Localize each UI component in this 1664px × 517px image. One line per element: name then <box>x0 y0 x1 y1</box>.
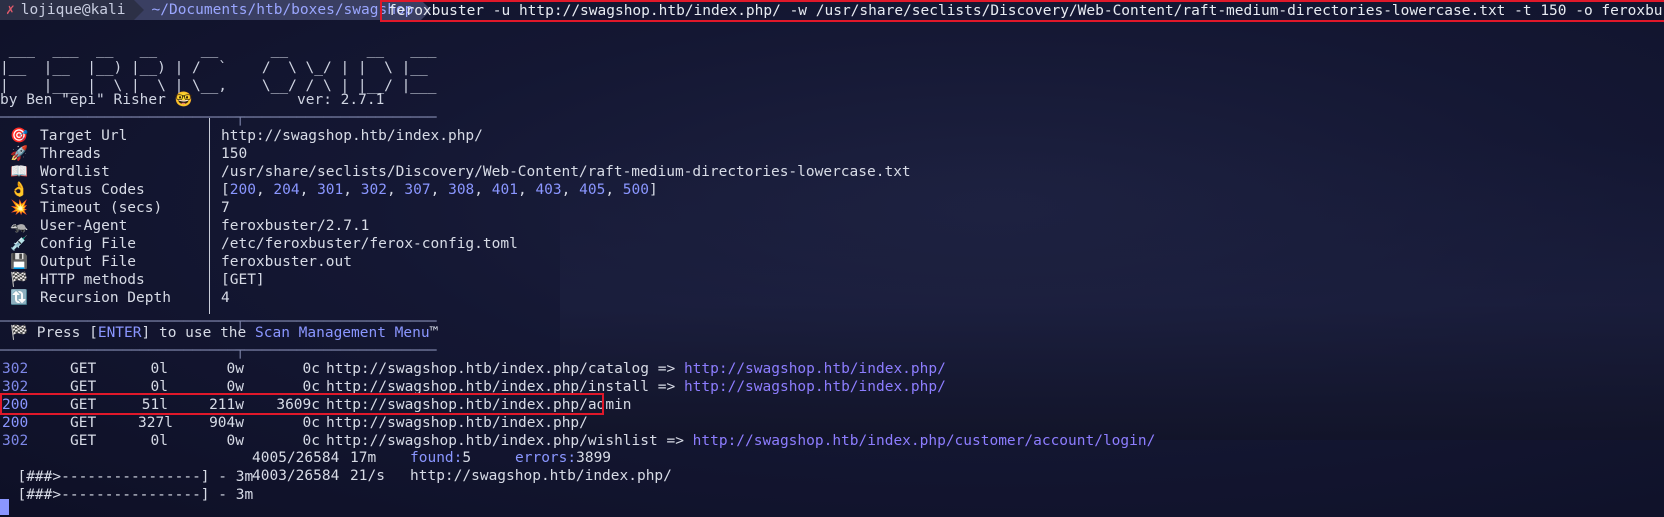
separator: ───────────────────────────┬────────────… <box>0 343 437 359</box>
config-value: /usr/share/seclists/Discovery/Web-Conten… <box>221 164 911 180</box>
config-icon: 🚀 <box>10 146 29 162</box>
config-value: 7 <box>221 200 230 216</box>
progress-bar: [###>----------------] - 3m <box>17 487 254 503</box>
config-label: Threads <box>40 146 102 162</box>
config-value: feroxbuster.out <box>221 254 352 270</box>
config-icon: 🦡 <box>10 218 29 234</box>
progress-count: 4003/26584 <box>252 468 340 484</box>
config-label: User-Agent <box>40 218 128 234</box>
status-code: 308 <box>448 182 475 198</box>
progress-line: [###>----------------] - 3m <box>0 467 253 503</box>
status-code: 500 <box>622 182 649 198</box>
ascii-art-line: |__ |__ |__) |__) | / ` / \ \_/ | | \ |_… <box>0 60 428 76</box>
checkered-flag-icon: 🏁 <box>10 325 29 341</box>
shell-prompt: ✗ lojique@kali ~/Documents/htb/boxes/swag… <box>0 0 432 20</box>
scan-management-menu: Scan Management Menu <box>255 325 430 341</box>
press-enter-line: 🏁 Press [ENTER] to use the Scan Manageme… <box>10 324 438 343</box>
trademark: ™ <box>429 325 439 341</box>
config-icon: 🏁 <box>10 272 29 288</box>
line-count: 327l <box>138 415 173 431</box>
status-code: 301 <box>317 182 344 198</box>
redirect-url[interactable]: http://swagshop.htb/index.php/ <box>684 361 946 377</box>
config-label: Target Url <box>40 128 128 144</box>
word-count: 904w <box>209 415 244 431</box>
config-value: /etc/feroxbuster/ferox-config.toml <box>221 236 518 252</box>
powerline-arrow-icon <box>133 0 144 20</box>
status-code: 204 <box>273 182 300 198</box>
config-label: Wordlist <box>40 164 110 180</box>
char-count: 0c <box>302 361 320 377</box>
http-method: GET <box>70 415 97 431</box>
config-value: 4 <box>221 290 230 306</box>
config-label: Output File <box>40 254 137 270</box>
word-count: 0w <box>226 361 244 377</box>
config-label: Status Codes <box>40 182 145 198</box>
banner-author: by Ben "epi" Risher 🤓 <box>0 92 193 108</box>
config-icon: 💉 <box>10 236 29 252</box>
banner-version: ver: 2.7.1 <box>297 92 385 108</box>
progress-rate: 21/s <box>350 468 385 484</box>
terminal-cursor <box>0 499 9 515</box>
ascii-art-line: ___ ___ __ __ __ __ __ ___ <box>0 42 437 58</box>
progress-count: 4005/26584 <box>252 450 340 466</box>
status-codes-value: [200, 204, 301, 302, 307, 308, 401, 403,… <box>221 182 658 198</box>
char-count: 0c <box>302 415 320 431</box>
prompt-user: lojique@kali <box>20 2 126 18</box>
table-divider <box>209 118 210 314</box>
error-count: errors:3899 <box>515 450 612 466</box>
status-code: 302 <box>360 182 387 198</box>
redirect-url[interactable]: http://swagshop.htb/index.php/customer/a… <box>693 433 1156 449</box>
config-label: Config File <box>40 236 137 252</box>
status-code: 200 <box>2 415 29 431</box>
config-value: http://swagshop.htb/index.php/ <box>221 128 483 144</box>
config-icon: 💾 <box>10 254 29 270</box>
enter-key: ENTER <box>97 325 142 341</box>
http-method: GET <box>70 361 97 377</box>
status-code: 405 <box>579 182 606 198</box>
progress-rate: 17m <box>350 450 377 466</box>
progress-line: [###>----------------] - 3m <box>0 449 253 485</box>
status-code: 200 <box>229 182 256 198</box>
status-code: 307 <box>404 182 431 198</box>
line-count: 0l <box>150 361 168 377</box>
config-label: Timeout (secs) <box>40 200 163 216</box>
status-code: 403 <box>535 182 562 198</box>
close-icon: ✗ <box>6 2 15 18</box>
config-icon: 🔃 <box>10 290 29 306</box>
press-text: Press [ <box>36 325 98 341</box>
found-count: found:5 <box>410 450 472 466</box>
config-label: Recursion Depth <box>40 290 171 306</box>
press-text: ] to use the <box>141 325 255 341</box>
result-url[interactable]: http://swagshop.htb/index.php/ <box>326 414 588 433</box>
result-url[interactable]: http://swagshop.htb/index.php/catalog =>… <box>326 360 946 379</box>
progress-target: http://swagshop.htb/index.php/ <box>410 468 672 484</box>
config-label: HTTP methods <box>40 272 145 288</box>
config-value: 150 <box>221 146 248 162</box>
status-code: 302 <box>2 361 29 377</box>
config-icon: 🎯 <box>10 128 29 144</box>
prompt-user-segment: ✗ lojique@kali <box>0 0 134 20</box>
config-value: feroxbuster/2.7.1 <box>221 218 370 234</box>
config-icon: 💥 <box>10 200 29 216</box>
redirect-url[interactable]: http://swagshop.htb/index.php/ <box>684 379 946 395</box>
config-icon: 📖 <box>10 164 29 180</box>
config-value: [GET] <box>221 272 265 288</box>
config-icon: 👌 <box>10 182 29 198</box>
separator: ───────────────────────────┬────────────… <box>0 110 437 126</box>
status-code: 401 <box>491 182 518 198</box>
highlight-box <box>0 393 604 415</box>
command-line[interactable]: feroxbuster -u http://swagshop.htb/index… <box>380 0 1664 22</box>
